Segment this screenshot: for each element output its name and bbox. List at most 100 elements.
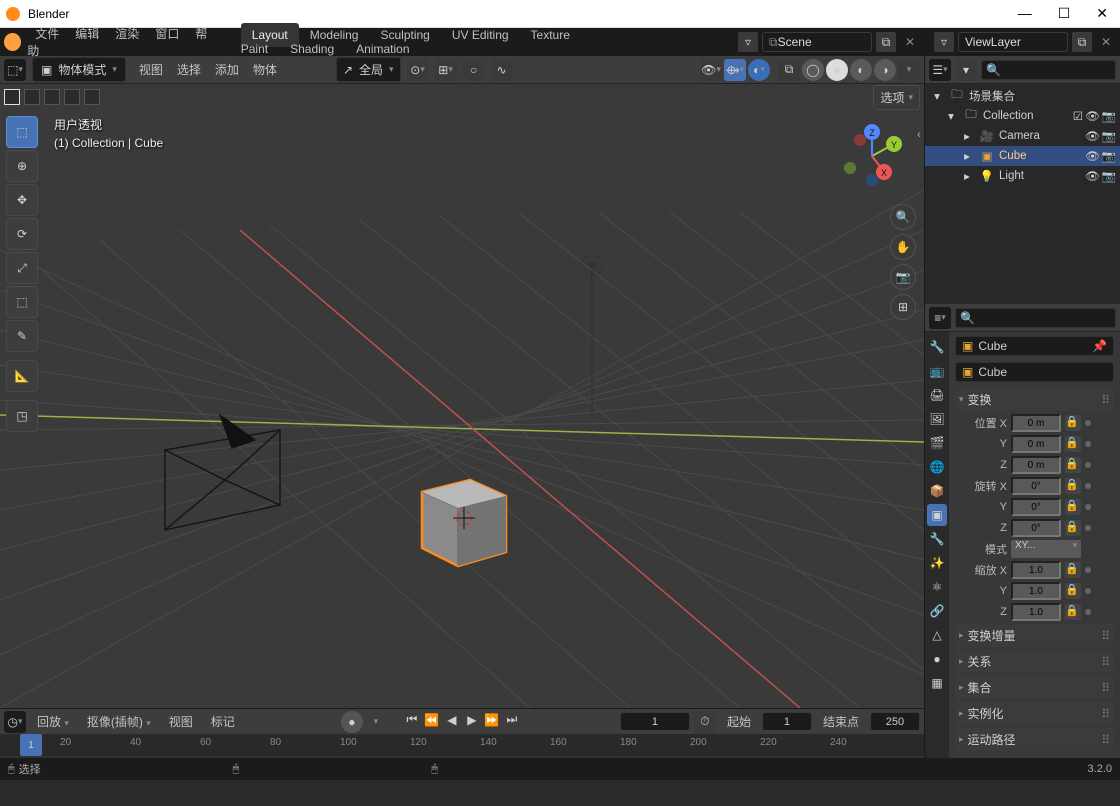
perspective-toggle-icon[interactable]: ⊞	[890, 294, 916, 320]
prop-tab-constraints[interactable]: 🔗	[927, 600, 947, 622]
start-frame-input[interactable]	[762, 712, 812, 731]
viewport-menu-视图[interactable]: 视图	[132, 61, 170, 79]
menu-窗口[interactable]: 窗口	[147, 23, 187, 45]
measure-tool[interactable]: 📐	[6, 360, 38, 392]
xray-toggle[interactable]: ⧉	[778, 59, 800, 81]
prop-tab-physics[interactable]: ⚛	[927, 576, 947, 598]
outliner-item-camera[interactable]: ▸🎥 Camera 👁📷	[925, 126, 1120, 146]
transform-tool[interactable]: ⬚	[6, 286, 38, 318]
prev-keyframe-button[interactable]: ⏪	[423, 711, 441, 729]
zoom-icon[interactable]: 🔍	[890, 204, 916, 230]
location-Z-input[interactable]	[1011, 456, 1061, 474]
outliner-search[interactable]: 🔍	[981, 60, 1116, 80]
select-mode-4[interactable]	[64, 89, 80, 105]
keyframe-dot[interactable]	[1085, 483, 1091, 489]
scale-X-input[interactable]	[1011, 561, 1061, 579]
rotation-X-input[interactable]	[1011, 477, 1061, 495]
viewlayer-delete-icon[interactable]: ✕	[1096, 32, 1116, 52]
autokey-options[interactable]: ▾	[365, 711, 387, 733]
lock-icon[interactable]: 🔒	[1065, 415, 1081, 431]
outliner-display-mode[interactable]: ▾	[955, 59, 977, 81]
next-keyframe-button[interactable]: ⏩	[483, 711, 501, 729]
solid-shading[interactable]: ●	[826, 59, 848, 81]
timeline-editor-type[interactable]: ◷▾	[4, 711, 26, 733]
current-frame-input[interactable]	[620, 712, 690, 731]
material-shading[interactable]: ◐	[850, 59, 872, 81]
collection-row[interactable]: ▾🗀 Collection ☑👁📷	[925, 106, 1120, 126]
scene-browse-icon[interactable]: ▿	[738, 32, 758, 52]
keying-menu[interactable]: 抠像(插帧) ▾	[80, 711, 158, 732]
select-mode-5[interactable]	[84, 89, 100, 105]
shading-options[interactable]: ▾	[898, 59, 920, 81]
scale-Y-input[interactable]	[1011, 582, 1061, 600]
rotation-Z-input[interactable]	[1011, 519, 1061, 537]
timeline-ruler[interactable]: 1 20406080100120140160180200220240	[0, 734, 924, 756]
viewport-menu-物体[interactable]: 物体	[246, 61, 284, 79]
outliner-editor-type[interactable]: ☰▾	[929, 59, 951, 81]
render-shading[interactable]: ◑	[874, 59, 896, 81]
end-frame-input[interactable]	[870, 712, 920, 731]
play-reverse-button[interactable]: ◀	[443, 711, 461, 729]
playback-menu[interactable]: 回放 ▾	[30, 711, 76, 732]
select-tool[interactable]: ⬚	[6, 116, 38, 148]
lock-icon[interactable]: 🔒	[1065, 436, 1081, 452]
keyframe-dot[interactable]	[1085, 588, 1091, 594]
object-mode-dropdown[interactable]: ▣ 物体模式 ▾	[32, 57, 126, 82]
blender-icon[interactable]	[4, 33, 21, 51]
3d-viewport[interactable]: 用户透视 (1) Collection | Cube ‹ ⬚⊕✥⟳⤢⬚✎📐◳ Y…	[0, 110, 924, 708]
cube-object[interactable]	[414, 466, 514, 574]
lock-icon[interactable]: 🔒	[1065, 604, 1081, 620]
panel-集合[interactable]: ▸集合⠿	[955, 676, 1114, 699]
visibility-dropdown[interactable]: 👁▾	[700, 59, 722, 81]
prop-tab-texture[interactable]: ▦	[927, 672, 947, 694]
scene-name-input[interactable]: ⧉ Scene	[762, 32, 872, 52]
keyframe-dot[interactable]	[1085, 609, 1091, 615]
timeline-marker-menu[interactable]: 标记	[204, 711, 242, 732]
properties-search[interactable]: 🔍	[955, 308, 1116, 328]
scene-copy-icon[interactable]: ⧉	[876, 32, 896, 52]
prop-tab-render[interactable]: 📺	[927, 360, 947, 382]
scene-delete-icon[interactable]: ✕	[900, 32, 920, 52]
panel-关系[interactable]: ▸关系⠿	[955, 650, 1114, 673]
prop-tab-collection[interactable]: 📦	[927, 480, 947, 502]
wireframe-shading[interactable]: ◯	[802, 59, 824, 81]
menu-编辑[interactable]: 编辑	[67, 23, 107, 45]
move-tool[interactable]: ✥	[6, 184, 38, 216]
prop-tab-modifiers[interactable]: 🔧	[927, 528, 947, 550]
rewind-button[interactable]: ⏮	[403, 711, 421, 729]
lock-icon[interactable]: 🔒	[1065, 499, 1081, 515]
rotation-mode-dropdown[interactable]: XY...▾	[1011, 540, 1081, 558]
gizmo-toggle[interactable]: ⟴▾	[724, 59, 746, 81]
lock-icon[interactable]: 🔒	[1065, 478, 1081, 494]
orientation-dropdown[interactable]: ↗全局▾	[336, 57, 401, 82]
sidebar-toggle[interactable]: ‹	[914, 126, 924, 142]
lock-icon[interactable]: 🔒	[1065, 457, 1081, 473]
keyframe-dot[interactable]	[1085, 567, 1091, 573]
curve-icon[interactable]: ∿	[491, 59, 513, 81]
viewport-menu-选择[interactable]: 选择	[170, 61, 208, 79]
workspace-tab-uv editing[interactable]: UV Editing	[441, 23, 520, 47]
playhead[interactable]: 1	[20, 734, 42, 756]
keyframe-dot[interactable]	[1085, 420, 1091, 426]
viewlayer-browse-icon[interactable]: ▿	[934, 32, 954, 52]
prop-tab-output[interactable]: 🖨	[927, 384, 947, 406]
scale-tool[interactable]: ⤢	[6, 252, 38, 284]
keyframe-dot[interactable]	[1085, 441, 1091, 447]
close-button[interactable]: ✕	[1096, 5, 1108, 22]
frame-range-lock-icon[interactable]: ⏱	[694, 711, 716, 733]
select-mode-1[interactable]	[4, 89, 20, 105]
keyframe-dot[interactable]	[1085, 525, 1091, 531]
options-dropdown[interactable]: 选项▾	[873, 85, 920, 110]
lock-icon[interactable]: 🔒	[1065, 520, 1081, 536]
addcube-tool[interactable]: ◳	[6, 400, 38, 432]
editor-type-icon[interactable]: ⬚▾	[4, 59, 26, 81]
prop-tab-viewlayer[interactable]: 🖼	[927, 408, 947, 430]
autokey-toggle[interactable]: ●	[341, 711, 363, 733]
object-crumb[interactable]: ▣ Cube 📌	[955, 336, 1114, 356]
prop-tab-scene[interactable]: 🎬	[927, 432, 947, 454]
viewport-menu-添加[interactable]: 添加	[208, 61, 246, 79]
select-mode-2[interactable]	[24, 89, 40, 105]
panel-运动路径[interactable]: ▸运动路径⠿	[955, 728, 1114, 751]
pan-icon[interactable]: ✋	[890, 234, 916, 260]
prop-tab-mesh[interactable]: △	[927, 624, 947, 646]
